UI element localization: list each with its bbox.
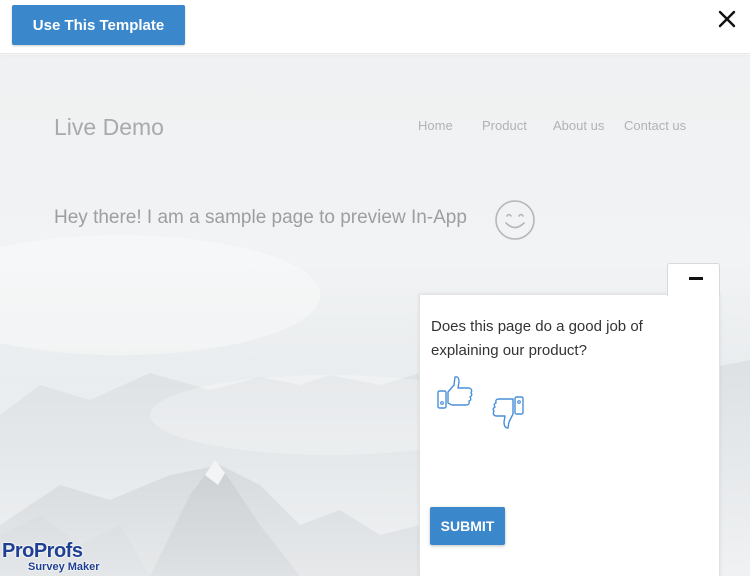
brand-name: ProProfs [2, 540, 83, 562]
minimize-icon [689, 277, 703, 280]
brand-product: Survey Maker [28, 561, 100, 573]
top-toolbar: Use This Template [0, 0, 750, 54]
close-icon[interactable] [714, 6, 740, 32]
submit-button[interactable]: SUBMIT [430, 507, 505, 545]
thumbs-down-icon[interactable] [487, 395, 527, 435]
preview-area: Live Demo Home Product About us Contact … [0, 55, 750, 576]
thumbs-up-icon[interactable] [436, 374, 476, 414]
use-template-button[interactable]: Use This Template [12, 5, 185, 45]
nav-link-product[interactable]: Product [482, 118, 527, 133]
survey-widget: Does this page do a good job of explaini… [419, 294, 720, 576]
smiley-icon [494, 199, 536, 241]
nav-link-about[interactable]: About us [553, 118, 604, 133]
nav-link-contact[interactable]: Contact us [624, 118, 686, 133]
minimize-button[interactable] [667, 263, 720, 296]
survey-question: Does this page do a good job of explaini… [431, 318, 643, 359]
nav-link-home[interactable]: Home [418, 118, 453, 133]
site-nav: Home Product About us Contact us [0, 118, 750, 138]
proprofs-logo: ProProfs Survey Maker [2, 540, 112, 576]
hero-text: Hey there! I am a sample page to preview… [54, 207, 467, 228]
